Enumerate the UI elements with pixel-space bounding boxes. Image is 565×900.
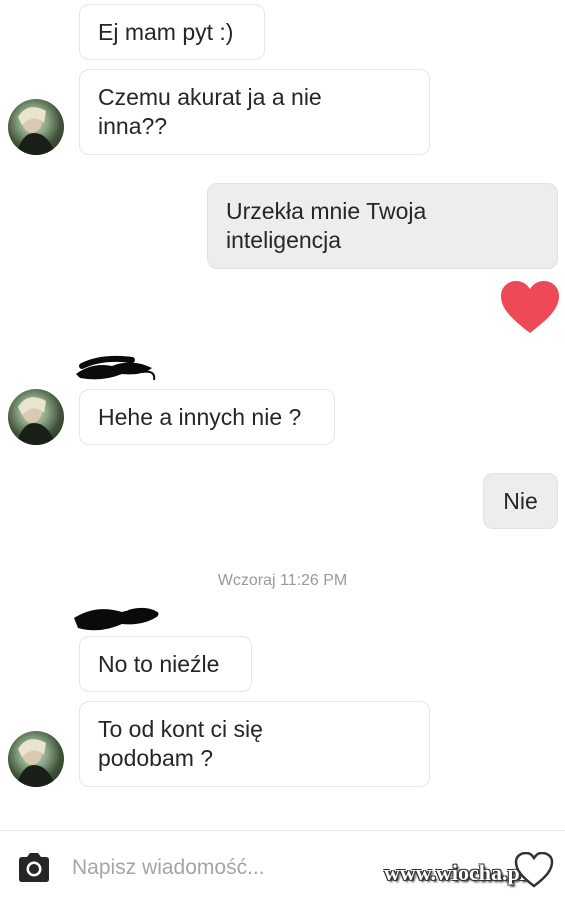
- message-input[interactable]: Napisz wiadomość...: [72, 856, 265, 880]
- message-text: Czemu akurat ja a nie inna??: [98, 84, 322, 139]
- timestamp: Wczoraj 11:26 PM: [217, 572, 348, 589]
- redaction-scribble: [72, 352, 162, 393]
- message-text: Hehe a innych nie ?: [98, 403, 302, 430]
- message-bubble-incoming[interactable]: To od kont ci się podobam ?: [79, 701, 430, 787]
- contact-avatar[interactable]: [8, 389, 64, 445]
- message-text: No to nieźle: [98, 650, 220, 677]
- heart-icon: [500, 281, 560, 340]
- watermark: www.wiocha.pl: [384, 860, 526, 885]
- contact-avatar[interactable]: [8, 731, 64, 787]
- camera-icon[interactable]: [16, 852, 52, 889]
- message-bubble-incoming[interactable]: Hehe a innych nie ?: [79, 389, 335, 445]
- watermark-heart-icon: [514, 851, 554, 893]
- message-text: Ej mam pyt :): [98, 18, 234, 45]
- message-bubble-incoming[interactable]: Ej mam pyt :): [79, 4, 265, 60]
- message-text: Urzekła mnie Twoja inteligencja: [226, 198, 427, 253]
- composer-divider: [0, 830, 565, 831]
- message-bubble-outgoing[interactable]: Urzekła mnie Twoja inteligencja: [207, 183, 558, 269]
- message-bubble-incoming[interactable]: No to nieźle: [79, 636, 252, 692]
- contact-avatar[interactable]: [8, 99, 64, 155]
- message-bubble-outgoing[interactable]: Nie: [483, 473, 558, 529]
- message-bubble-incoming[interactable]: Czemu akurat ja a nie inna??: [79, 69, 430, 155]
- message-text: Nie: [503, 487, 538, 514]
- message-text: To od kont ci się podobam ?: [98, 716, 263, 771]
